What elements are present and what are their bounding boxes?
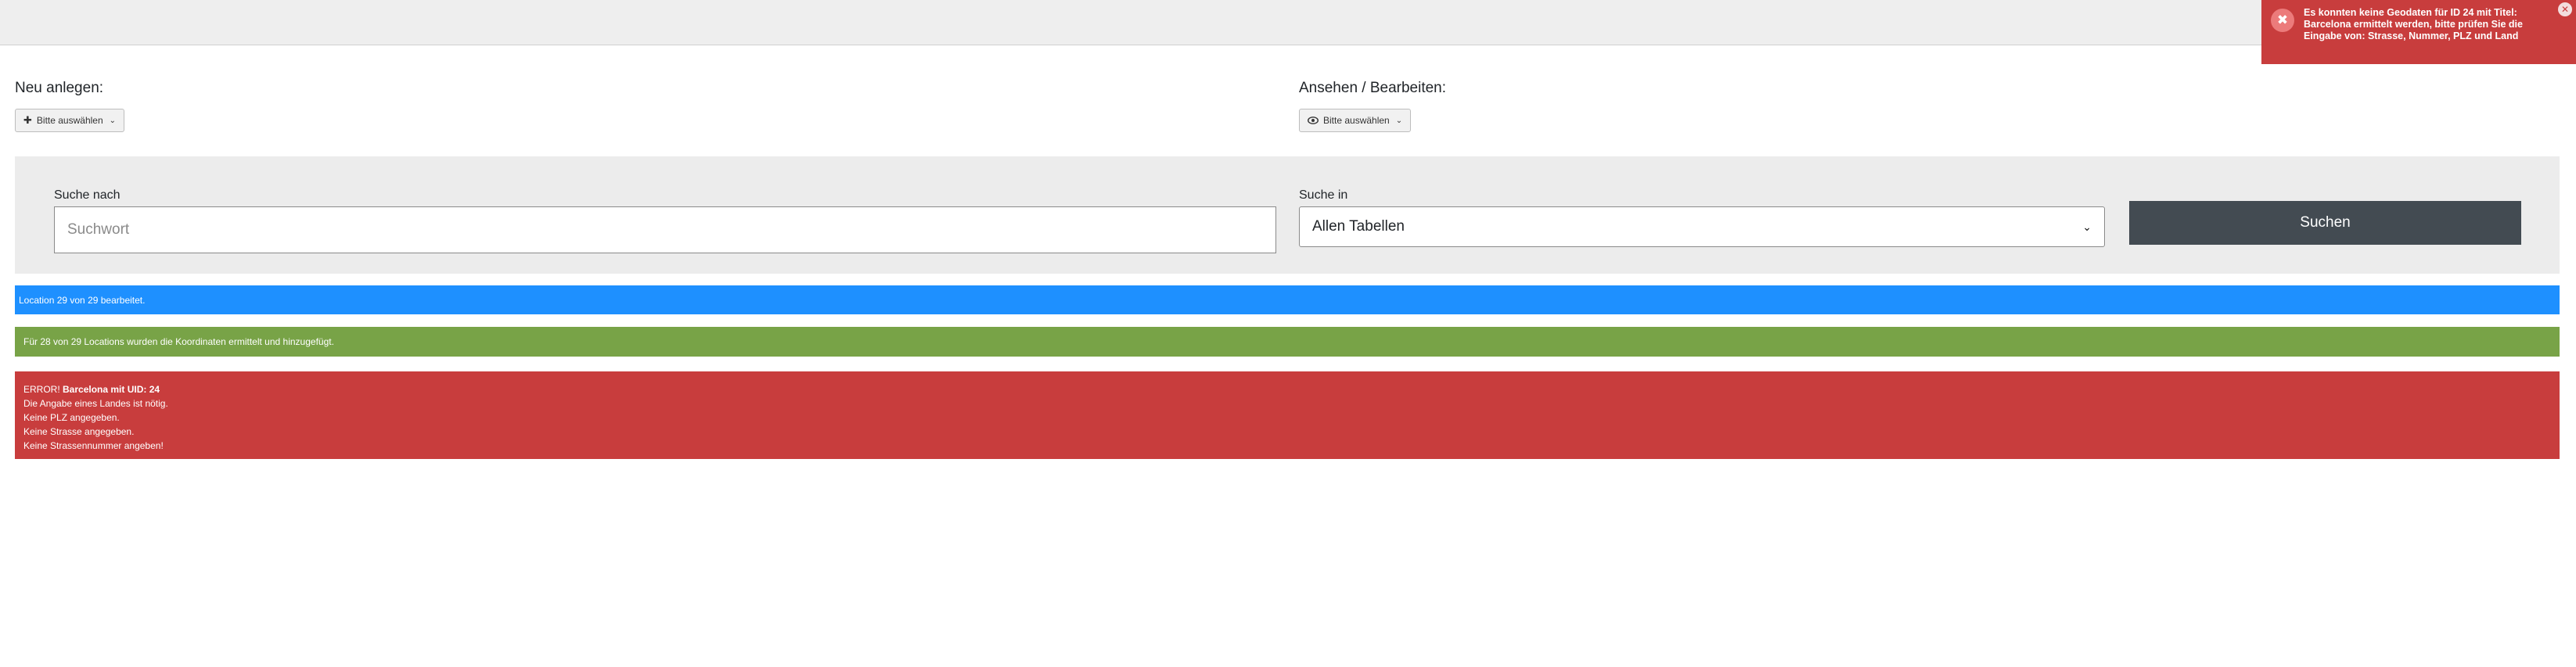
info-alert: Location 29 von 29 bearbeitet. xyxy=(15,285,2560,314)
error-alert: ERROR! Barcelona mit UID: 24 Die Angabe … xyxy=(15,371,2560,459)
create-dropdown-button[interactable]: ✚ Bitte auswählen ⌄ xyxy=(15,109,125,132)
view-dropdown-label: Bitte auswählen xyxy=(1323,115,1390,126)
create-dropdown-label: Bitte auswählen xyxy=(36,115,103,126)
error-x-icon: ✖ xyxy=(2271,9,2294,32)
view-section-title: Ansehen / Bearbeiten: xyxy=(1299,80,1447,96)
search-term-label: Suche nach xyxy=(54,188,121,202)
error-line: Die Angabe eines Landes ist nötig. xyxy=(23,398,168,409)
search-scope-select[interactable]: Allen Tabellen ⌄ xyxy=(1299,206,2105,247)
create-section-title: Neu anlegen: xyxy=(15,80,104,96)
chevron-down-icon: ⌄ xyxy=(1395,116,1403,125)
error-toast: ✖ Es konnten keine Geodaten für ID 24 mi… xyxy=(2261,0,2576,64)
search-button[interactable]: Suchen xyxy=(2129,201,2521,245)
eye-icon xyxy=(1308,117,1319,124)
view-dropdown-button[interactable]: Bitte auswählen ⌄ xyxy=(1299,109,1412,132)
search-input[interactable] xyxy=(54,206,1276,253)
chevron-down-icon: ⌄ xyxy=(2082,220,2092,233)
plus-icon: ✚ xyxy=(23,114,32,126)
chevron-down-icon: ⌄ xyxy=(109,116,117,125)
error-line: Keine Strassennummer angeben! xyxy=(23,440,164,451)
error-heading: ERROR! Barcelona mit UID: 24 xyxy=(23,382,2551,396)
top-bar xyxy=(0,0,2576,45)
search-scope-value: Allen Tabellen xyxy=(1312,218,1405,235)
error-line: Keine Strasse angegeben. xyxy=(23,426,135,437)
search-scope-label: Suche in xyxy=(1299,188,1348,202)
success-alert: Für 28 von 29 Locations wurden die Koord… xyxy=(15,327,2560,357)
error-prefix: ERROR! xyxy=(23,384,60,395)
toast-message: Es konnten keine Geodaten für ID 24 mit … xyxy=(2304,7,2523,41)
close-icon[interactable]: ✕ xyxy=(2558,2,2572,16)
error-title: Barcelona mit UID: 24 xyxy=(63,384,160,395)
error-line: Keine PLZ angegeben. xyxy=(23,412,120,423)
